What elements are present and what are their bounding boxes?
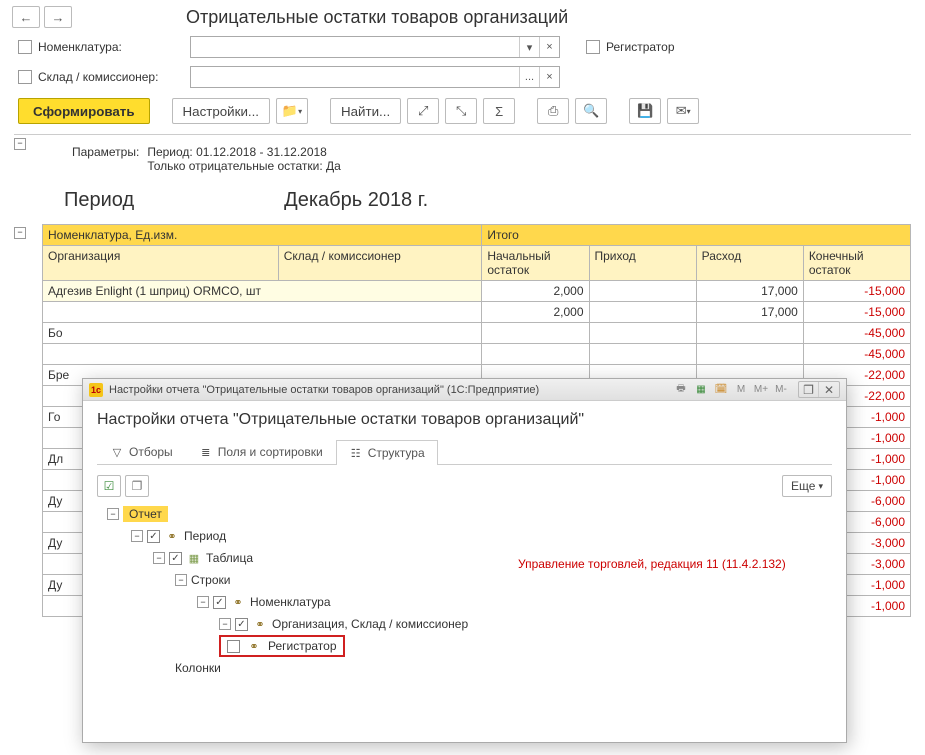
print-icon-button[interactable]: ⎙	[537, 98, 569, 124]
dlg-restore-button[interactable]: ❐	[799, 382, 819, 397]
registrator-highlight-box: ⚭ Регистратор	[219, 635, 345, 657]
tree-org-label[interactable]: Организация, Склад / комиссионер	[272, 617, 468, 631]
dialog-titlebar-text: Настройки отчета "Отрицательные остатки …	[109, 384, 672, 396]
nav-forward-button[interactable]: →	[44, 6, 72, 28]
collapse-icon-button[interactable]: ⤡	[445, 98, 477, 124]
th-warehouse: Склад / комиссионер	[278, 246, 482, 281]
tree-check-nomen[interactable]	[213, 596, 226, 609]
tree-check-period[interactable]	[147, 530, 160, 543]
collapse-toggle[interactable]: −	[14, 138, 26, 150]
settings-dialog: 1c Настройки отчета "Отрицательные остат…	[82, 378, 847, 743]
dlg-mminus-button[interactable]: M-	[772, 382, 790, 398]
tree-toggle-org[interactable]: −	[219, 618, 231, 630]
nomenclature-label: Номенклатура:	[38, 40, 184, 54]
chain-icon: ⚭	[164, 530, 180, 542]
more-button[interactable]: Еще▾	[782, 475, 832, 497]
registrator-checkbox[interactable]	[586, 40, 600, 54]
th-organization: Организация	[43, 246, 279, 281]
tree-toggle-rows[interactable]: −	[175, 574, 187, 586]
sum-icon-button[interactable]: Σ	[483, 98, 515, 124]
variants-icon-button[interactable]: 📁▾	[276, 98, 308, 124]
params-line-2: Только отрицательные остатки: Да	[147, 159, 341, 173]
nomenclature-clear-button[interactable]: ×	[539, 37, 559, 57]
tree-toggle-root[interactable]: −	[107, 508, 119, 520]
table-icon: ▦	[186, 552, 202, 564]
app-icon: 1c	[89, 383, 103, 397]
nomenclature-input[interactable]: ▾ ×	[190, 36, 560, 58]
th-initial-balance: Начальный остаток	[482, 246, 589, 281]
tree-root-label[interactable]: Отчет	[123, 506, 168, 522]
mail-icon-button[interactable]: ✉▾	[667, 98, 699, 124]
tab-structure[interactable]: ☷Структура	[336, 440, 438, 465]
settings-button[interactable]: Настройки...	[172, 98, 270, 124]
th-nomenclature: Номенклатура, Ед.изм.	[43, 225, 482, 246]
tree-toggle-period[interactable]: −	[131, 530, 143, 542]
chain-icon: ⚭	[252, 618, 268, 630]
th-income: Приход	[589, 246, 696, 281]
tree-rows-label[interactable]: Строки	[191, 573, 230, 587]
tree-check-org[interactable]	[235, 618, 248, 631]
tree-nomen-label[interactable]: Номенклатура	[250, 595, 331, 609]
tree-toggle-nomen[interactable]: −	[197, 596, 209, 608]
preview-icon-button[interactable]: 🔍	[575, 98, 607, 124]
save-icon-button[interactable]: 💾	[629, 98, 661, 124]
page-title: Отрицательные остатки товаров организаци…	[186, 7, 568, 28]
nav-back-button[interactable]: ←	[12, 6, 40, 28]
dlg-print-icon[interactable]: 🖶	[672, 382, 690, 398]
tree-period-label[interactable]: Период	[184, 529, 226, 543]
funnel-icon: ▽	[110, 445, 124, 459]
chain-icon: ⚭	[230, 596, 246, 608]
find-button[interactable]: Найти...	[330, 98, 401, 124]
expand-icon-button[interactable]: ⤢	[407, 98, 439, 124]
warehouse-input[interactable]: ... ×	[190, 66, 560, 88]
warehouse-clear-button[interactable]: ×	[539, 67, 559, 87]
tree-check-table[interactable]	[169, 552, 182, 565]
warehouse-ellipsis-button[interactable]: ...	[519, 67, 539, 87]
tab-filters[interactable]: ▽Отборы	[97, 439, 186, 464]
table-row[interactable]: Бо-45,000	[43, 323, 911, 344]
table-row[interactable]: 2,00017,000-15,000	[43, 302, 911, 323]
tree-registrator-label[interactable]: Регистратор	[268, 639, 337, 653]
params-label: Параметры:	[72, 145, 139, 173]
tree-columns-label[interactable]: Колонки	[175, 661, 221, 675]
dlg-mplus-button[interactable]: M+	[752, 382, 770, 398]
warehouse-label: Склад / комиссионер:	[38, 70, 184, 84]
nomenclature-dropdown-button[interactable]: ▾	[519, 37, 539, 57]
dialog-heading: Настройки отчета "Отрицательные остатки …	[97, 411, 832, 429]
th-expense: Расход	[696, 246, 803, 281]
version-text: Управление торговлей, редакция 11 (11.4.…	[518, 557, 786, 571]
table-row[interactable]: Адгезив Enlight (1 шприц) ORMCO, шт2,000…	[43, 281, 911, 302]
registrator-label: Регистратор	[606, 40, 675, 54]
th-final-balance: Конечный остаток	[803, 246, 910, 281]
structure-tree: − Отчет − ⚭ Период − ▦ Таблица − Строки …	[97, 503, 832, 679]
copy-button[interactable]: ❐	[125, 475, 149, 497]
dlg-grid-icon[interactable]: ▦	[692, 382, 710, 398]
chain-icon: ⚭	[246, 640, 262, 652]
check-all-button[interactable]: ☑	[97, 475, 121, 497]
list-icon: ≣	[199, 445, 213, 459]
period-label: Период	[64, 189, 134, 212]
tree-check-registrator[interactable]	[227, 640, 240, 653]
structure-icon: ☷	[349, 446, 363, 460]
dlg-calendar-icon[interactable]: 🗓	[712, 382, 730, 398]
tree-table-label[interactable]: Таблица	[206, 551, 253, 565]
nomenclature-checkbox[interactable]	[18, 40, 32, 54]
warehouse-checkbox[interactable]	[18, 70, 32, 84]
dlg-m-button[interactable]: M	[732, 382, 750, 398]
table-row[interactable]: -45,000	[43, 344, 911, 365]
period-value: Декабрь 2018 г.	[284, 189, 428, 212]
th-total: Итого	[482, 225, 911, 246]
params-line-1: Период: 01.12.2018 - 31.12.2018	[147, 145, 341, 159]
generate-button[interactable]: Сформировать	[18, 98, 150, 124]
dlg-close-button[interactable]: ✕	[819, 382, 839, 397]
section-toggle[interactable]: −	[14, 227, 26, 239]
tab-fields[interactable]: ≣Поля и сортировки	[186, 439, 336, 464]
tree-toggle-table[interactable]: −	[153, 552, 165, 564]
